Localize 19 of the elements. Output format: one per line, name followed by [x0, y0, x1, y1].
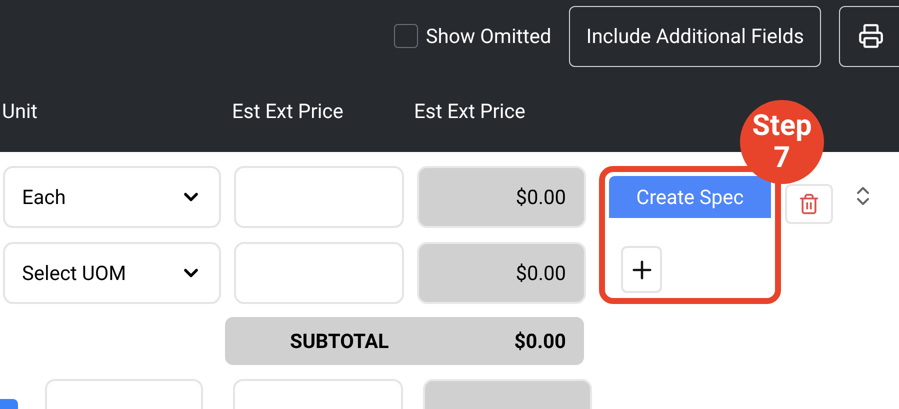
subtotal-value: $0.00: [514, 328, 566, 355]
include-fields-button[interactable]: Include Additional Fields: [569, 6, 821, 66]
add-button[interactable]: [621, 246, 662, 293]
printer-icon: [858, 23, 884, 49]
unit-select[interactable]: Select UOM: [3, 242, 221, 304]
price-cell: $0.00: [417, 166, 586, 228]
delete-button[interactable]: [785, 184, 833, 224]
column-header: Unit: [1, 98, 38, 125]
subtotal-label: SUBTOTAL: [290, 328, 389, 355]
column-header: Est Ext Price: [414, 98, 526, 125]
price-input[interactable]: [234, 242, 404, 304]
unit-select[interactable]: Each: [3, 166, 221, 228]
price-cell: $0.00: [417, 242, 586, 304]
trash-icon: [798, 193, 820, 215]
print-button[interactable]: [839, 6, 899, 66]
column-header: Est Ext Price: [232, 98, 344, 125]
price-input[interactable]: [234, 166, 404, 228]
show-omitted-checkbox[interactable]: [394, 24, 418, 48]
show-omitted-label: Show Omitted: [426, 23, 552, 50]
